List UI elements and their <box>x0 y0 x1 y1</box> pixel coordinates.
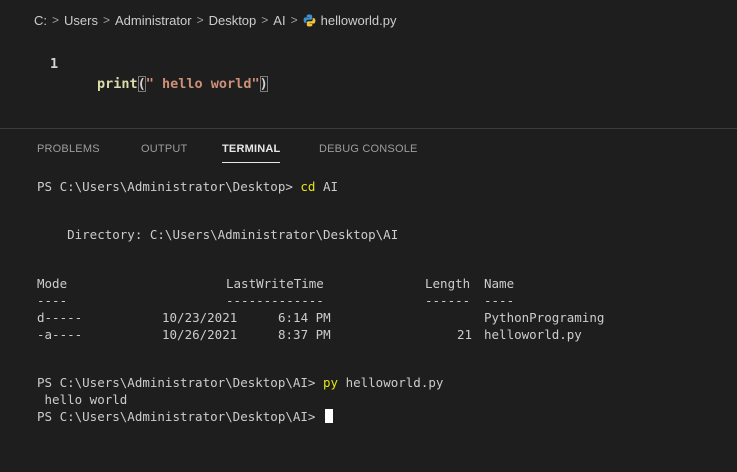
terminal-prompt: PS C:\Users\Administrator\Desktop\AI> <box>37 375 323 390</box>
underline-mode: ---- <box>37 293 68 308</box>
code-open-paren: ( <box>137 76 146 92</box>
breadcrumb-item-ai[interactable]: AI <box>273 13 285 28</box>
header-mode: Mode <box>37 276 68 291</box>
code-text[interactable]: print(" hello world") <box>97 74 268 94</box>
chevron-right-icon: > <box>261 13 269 27</box>
chevron-right-icon: > <box>290 13 298 27</box>
row-0-time: 6:14 PM <box>278 310 331 325</box>
row-1-length: 21 <box>457 327 473 342</box>
header-lastwritetime: LastWriteTime <box>226 276 324 291</box>
breadcrumb-item-file[interactable]: helloworld.py <box>321 13 397 28</box>
terminal-command-arg: helloworld.py <box>338 375 444 390</box>
code-close-paren: ) <box>259 76 268 92</box>
terminal-command-arg: AI <box>315 179 339 194</box>
breadcrumb-item-desktop[interactable]: Desktop <box>209 13 257 28</box>
row-1-mode: -a---- <box>37 327 83 342</box>
breadcrumb-item-drive[interactable]: C: <box>34 13 47 28</box>
underline-name: ---- <box>484 293 515 308</box>
python-file-icon <box>303 14 316 27</box>
row-1-name: helloworld.py <box>484 327 582 342</box>
row-0-date: 10/23/2021 <box>162 310 238 325</box>
header-name: Name <box>484 276 515 291</box>
row-1-time: 8:37 PM <box>278 327 331 342</box>
terminal-line-cd: PS C:\Users\Administrator\Desktop> cd AI <box>37 179 338 195</box>
panel-tabs: PROBLEMS OUTPUT TERMINAL DEBUG CONSOLE <box>0 129 737 167</box>
row-0-mode: d----- <box>37 310 83 325</box>
terminal-command: py <box>322 375 339 390</box>
editor-area[interactable]: C: > Users > Administrator > Desktop > A… <box>0 0 737 128</box>
breadcrumb: C: > Users > Administrator > Desktop > A… <box>34 10 396 30</box>
terminal-line-current[interactable]: PS C:\Users\Administrator\Desktop\AI> <box>37 409 333 425</box>
breadcrumb-item-users[interactable]: Users <box>64 13 98 28</box>
chevron-right-icon: > <box>52 13 60 27</box>
underline-length: ------ <box>425 293 471 308</box>
chevron-right-icon: > <box>196 13 204 27</box>
tab-terminal[interactable]: TERMINAL <box>222 143 281 163</box>
row-0-name: PythonPrograming <box>484 310 605 325</box>
code-line[interactable]: 1 print(" hello world") <box>0 34 737 92</box>
breadcrumb-item-administrator[interactable]: Administrator <box>115 13 192 28</box>
terminal[interactable]: PS C:\Users\Administrator\Desktop> cd AI… <box>0 169 737 469</box>
terminal-command: cd <box>300 179 316 194</box>
terminal-directory-line: Directory: C:\Users\Administrator\Deskto… <box>37 227 399 242</box>
vscode-window: C: > Users > Administrator > Desktop > A… <box>0 0 737 472</box>
line-number: 1 <box>50 56 59 72</box>
tab-debug-console[interactable]: DEBUG CONSOLE <box>319 143 418 155</box>
bottom-panel: PROBLEMS OUTPUT TERMINAL DEBUG CONSOLE P… <box>0 128 737 472</box>
terminal-cursor <box>324 409 333 423</box>
header-length: Length <box>425 276 471 291</box>
code-function: print <box>97 76 138 92</box>
chevron-right-icon: > <box>102 13 110 27</box>
tab-problems[interactable]: PROBLEMS <box>37 143 100 155</box>
row-1-date: 10/26/2021 <box>162 327 238 342</box>
terminal-prompt: PS C:\Users\Administrator\Desktop\AI> <box>37 409 323 424</box>
tab-output[interactable]: OUTPUT <box>141 143 187 155</box>
terminal-line-py: PS C:\Users\Administrator\Desktop\AI> py… <box>37 375 443 391</box>
underline-lastwritetime: ------------- <box>226 293 324 308</box>
code-string: " hello world" <box>145 76 260 92</box>
terminal-output: hello world <box>37 392 128 407</box>
terminal-prompt: PS C:\Users\Administrator\Desktop> <box>37 179 301 194</box>
